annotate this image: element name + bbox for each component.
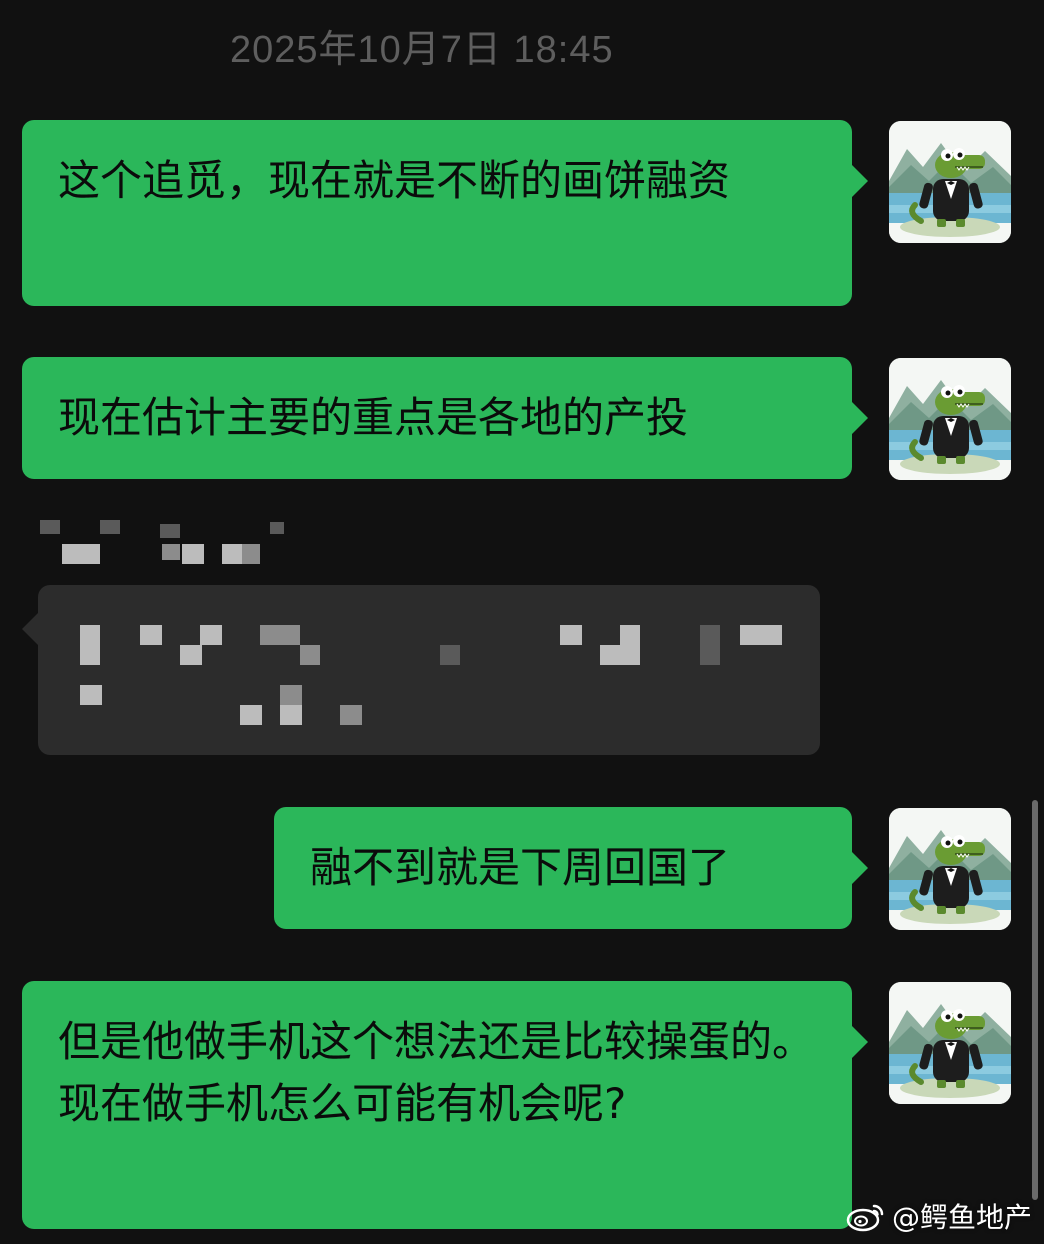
weibo-watermark: @鳄鱼地产 — [846, 1196, 1032, 1236]
message-text: 融不到就是下周回国了 — [310, 843, 731, 892]
outgoing-message[interactable]: 但是他做手机这个想法还是比较操蛋的。现在做手机怎么可能有机会呢? — [22, 981, 868, 1229]
message-text: 但是他做手机这个想法还是比较操蛋的。现在做手机怎么可能有机会呢? — [58, 1017, 815, 1128]
redacted-message-mosaic — [38, 585, 820, 755]
redacted-sender-name — [40, 520, 300, 570]
outgoing-message[interactable]: 现在估计主要的重点是各地的产投 — [22, 357, 868, 479]
watermark-text: @鳄鱼地产 — [891, 1201, 1032, 1234]
scrollbar[interactable] — [1032, 800, 1038, 1200]
user-avatar[interactable] — [889, 808, 1011, 930]
message-text: 这个追觅，现在就是不断的画饼融资 — [58, 156, 731, 205]
message-text: 现在估计主要的重点是各地的产投 — [58, 393, 689, 442]
user-avatar[interactable] — [889, 982, 1011, 1104]
user-avatar[interactable] — [889, 358, 1011, 480]
incoming-message-redacted[interactable] — [22, 585, 820, 755]
outgoing-message[interactable]: 融不到就是下周回国了 — [274, 807, 868, 929]
user-avatar[interactable] — [889, 121, 1011, 243]
weibo-icon — [846, 1200, 886, 1232]
outgoing-message[interactable]: 这个追觅，现在就是不断的画饼融资 — [22, 120, 868, 306]
message-timestamp: 2025年10月7日 18:45 — [230, 29, 614, 71]
